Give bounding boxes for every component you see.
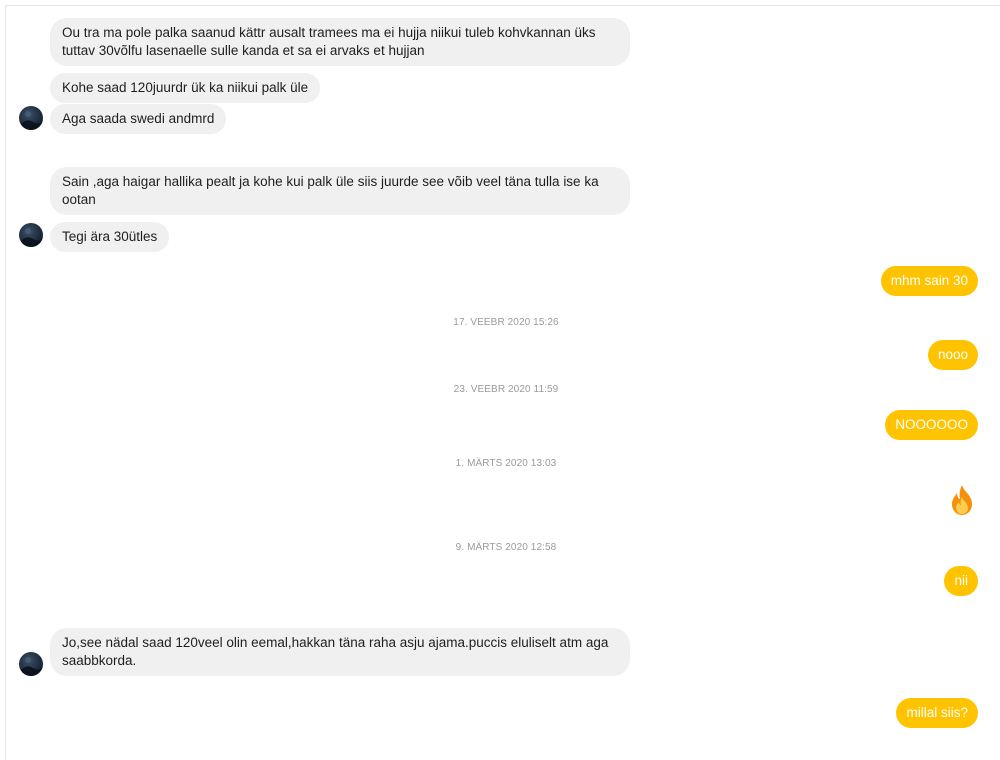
incoming-message[interactable]: Tegi ära 30ütles <box>50 222 170 252</box>
incoming-message[interactable]: Kohe saad 120juurdr ük ka niikui palk ül… <box>50 73 321 103</box>
outgoing-message[interactable]: NOOOOOO <box>885 410 978 440</box>
avatar[interactable] <box>19 652 43 676</box>
timestamp: 1. MÄRTS 2020 13:03 <box>455 458 557 469</box>
outgoing-message[interactable]: millal siis? <box>896 698 978 728</box>
left-rail <box>5 5 6 760</box>
incoming-message[interactable]: Sain ,aga haigar hallika pealt ja kohe k… <box>50 167 630 215</box>
fire-emoji-icon[interactable] <box>948 484 976 516</box>
incoming-message[interactable]: Jo,see nädal saad 120veel olin eemal,hak… <box>50 628 630 676</box>
top-divider <box>5 5 1000 6</box>
incoming-message[interactable]: Ou tra ma pole palka saanud kättr ausalt… <box>50 18 630 66</box>
avatar[interactable] <box>19 223 43 247</box>
outgoing-message[interactable]: nooo <box>927 340 978 370</box>
avatar[interactable] <box>19 106 43 130</box>
timestamp: 17. VEEBR 2020 15:26 <box>453 317 559 328</box>
outgoing-message[interactable]: nii <box>944 566 978 596</box>
timestamp: 23. VEEBR 2020 11:59 <box>453 384 559 395</box>
outgoing-message[interactable]: mhm sain 30 <box>880 266 978 296</box>
incoming-message[interactable]: Aga saada swedi andmrd <box>50 104 227 134</box>
timestamp: 9. MÄRTS 2020 12:58 <box>455 542 557 553</box>
